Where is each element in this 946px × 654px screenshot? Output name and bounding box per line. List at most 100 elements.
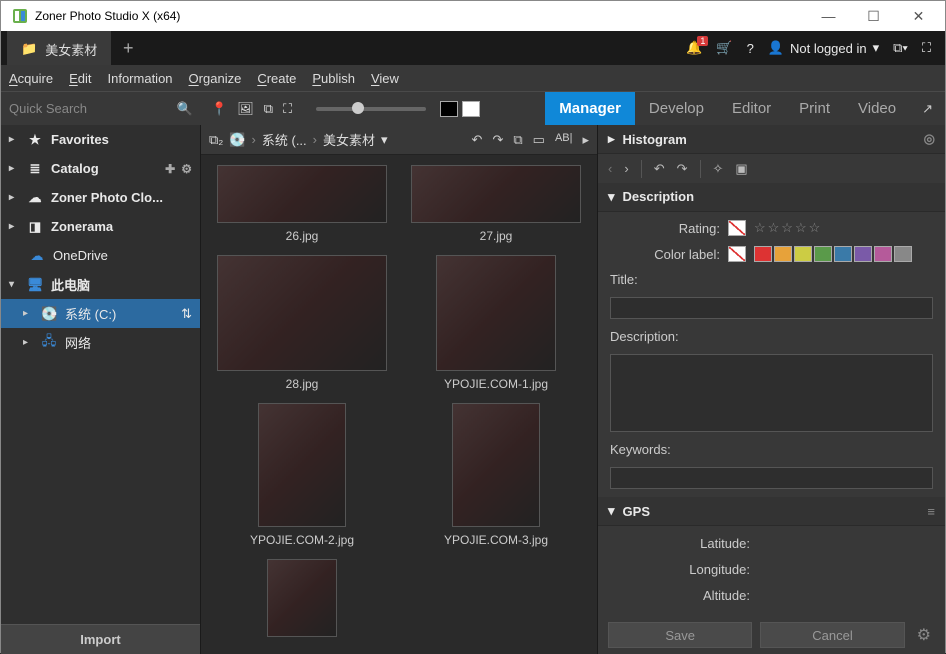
- color-swatch[interactable]: [854, 246, 872, 262]
- thumbnail-item[interactable]: YPOJIE.COM-1.jpg: [406, 255, 586, 391]
- color-swatch[interactable]: [754, 246, 772, 262]
- cart-icon[interactable]: 🛒: [716, 40, 732, 56]
- slider-thumb[interactable]: [352, 102, 364, 114]
- mode-editor[interactable]: Editor: [718, 92, 785, 126]
- rotate-cw-icon[interactable]: ↷: [677, 161, 688, 177]
- settings-gear-icon[interactable]: ⚙: [913, 625, 935, 645]
- breadcrumb-folder[interactable]: 美女素材: [323, 130, 375, 149]
- rotate-right-icon[interactable]: ↷: [492, 132, 503, 148]
- help-icon[interactable]: ?: [747, 41, 754, 56]
- window-maximize-button[interactable]: ☐: [851, 1, 896, 31]
- rename-icon[interactable]: AB|: [555, 132, 573, 148]
- bg-dark-swatch[interactable]: [440, 101, 458, 117]
- menu-edit[interactable]: Edit: [69, 71, 91, 86]
- sidebar-this-pc[interactable]: ▾ 🖥 此电脑: [1, 270, 200, 299]
- target-icon[interactable]: ◎: [924, 131, 935, 147]
- thumbnail-item[interactable]: [212, 559, 392, 637]
- menu-create[interactable]: Create: [257, 71, 296, 86]
- prev-icon[interactable]: ‹: [608, 161, 612, 176]
- sidebar-zonerama[interactable]: ▸ ◨ Zonerama: [1, 212, 200, 241]
- sidebar-onedrive[interactable]: ☁ OneDrive: [1, 241, 200, 270]
- thumbnail-item[interactable]: YPOJIE.COM-3.jpg: [406, 403, 586, 547]
- drive-icon: 💽: [41, 306, 57, 322]
- chevron-right-icon[interactable]: ▸: [582, 132, 589, 148]
- thumbnail-item[interactable]: 27.jpg: [406, 165, 586, 243]
- menu-publish[interactable]: Publish: [312, 71, 355, 86]
- window-titlebar: Zoner Photo Studio X (x64) — ☐ ✕: [1, 1, 945, 31]
- rotate-left-icon[interactable]: ↶: [472, 132, 483, 148]
- login-dropdown[interactable]: 👤 Not logged in ▾: [768, 40, 879, 56]
- image-tool-icon[interactable]: 🖼: [237, 101, 254, 117]
- app-icon: [11, 7, 29, 25]
- chevron-down-icon: ▾: [873, 40, 880, 56]
- color-swatch[interactable]: [814, 246, 832, 262]
- sidebar-system-c[interactable]: ▸ 💽 系统 (C:) ⇅: [1, 299, 200, 328]
- sidebar-catalog[interactable]: ▸ ≣ Catalog ✚⚙: [1, 154, 200, 183]
- mode-manager[interactable]: Manager: [545, 92, 635, 126]
- crop-icon[interactable]: ▣: [735, 161, 747, 177]
- color-swatch[interactable]: [794, 246, 812, 262]
- thumbnail-size-slider[interactable]: [316, 107, 426, 111]
- window-minimize-button[interactable]: —: [806, 1, 851, 31]
- colorlabel-clear[interactable]: [728, 246, 746, 262]
- keywords-input[interactable]: [610, 467, 933, 489]
- title-label: Title:: [610, 272, 933, 287]
- wand-icon[interactable]: ✧: [713, 161, 724, 177]
- toolbar: Quick Search 🔍 📍 🖼 ⧉ ⛶ Manager Develop E…: [1, 91, 945, 125]
- location-pin-icon[interactable]: 📍: [211, 101, 227, 117]
- mode-develop[interactable]: Develop: [635, 92, 718, 126]
- breadcrumb-dropdown-icon[interactable]: ▾: [381, 132, 388, 148]
- tab-add-button[interactable]: +: [111, 31, 145, 65]
- description-textarea[interactable]: [610, 354, 933, 432]
- add-icon[interactable]: ✚: [165, 162, 175, 176]
- gear-icon[interactable]: ⚙: [181, 162, 192, 176]
- title-input[interactable]: [610, 297, 933, 319]
- section-histogram-header[interactable]: ▸ Histogram ◎: [598, 125, 945, 154]
- select-icon[interactable]: ▭: [533, 132, 545, 148]
- mode-video[interactable]: Video: [844, 92, 910, 126]
- expand-icon[interactable]: ⛶: [283, 101, 292, 117]
- menu-organize[interactable]: Organize: [189, 71, 242, 86]
- color-swatch[interactable]: [774, 246, 792, 262]
- sidebar-network[interactable]: ▸ 🖧 网络: [1, 328, 200, 357]
- chevron-right-icon: ▸: [608, 131, 615, 147]
- section-description-header[interactable]: ▾ Description: [598, 183, 945, 212]
- thumbnail-item[interactable]: YPOJIE.COM-2.jpg: [212, 403, 392, 547]
- updown-icon[interactable]: ⇅: [181, 306, 192, 322]
- sidebar-favorites[interactable]: ▸ ★ Favorites: [1, 125, 200, 154]
- quick-search[interactable]: Quick Search 🔍: [1, 92, 201, 126]
- menu-view[interactable]: View: [371, 71, 399, 86]
- copy-icon[interactable]: ⧉: [513, 132, 522, 148]
- cancel-button[interactable]: Cancel: [760, 622, 904, 648]
- filter-tool-icon[interactable]: ⧉: [264, 101, 273, 117]
- compare-icon[interactable]: ⧉₂: [209, 132, 223, 148]
- save-button[interactable]: Save: [608, 622, 752, 648]
- color-swatch[interactable]: [834, 246, 852, 262]
- mode-print[interactable]: Print: [785, 92, 844, 126]
- layout-toggle-icon[interactable]: ⧉▾: [893, 40, 908, 56]
- home-drive-icon[interactable]: 💽: [229, 132, 245, 148]
- menu-icon[interactable]: ≡: [927, 504, 935, 519]
- rating-stars[interactable]: ☆☆☆☆☆: [754, 220, 822, 236]
- import-button[interactable]: Import: [1, 624, 200, 654]
- color-swatch[interactable]: [874, 246, 892, 262]
- menu-acquire[interactable]: Acquire: [9, 71, 53, 86]
- fullscreen-icon[interactable]: ⛶: [922, 40, 931, 56]
- thumbnail-item[interactable]: 26.jpg: [212, 165, 392, 243]
- notifications-button[interactable]: 🔔 1: [686, 40, 702, 56]
- navigator-sidebar: ▸ ★ Favorites ▸ ≣ Catalog ✚⚙ ▸ ☁ Zoner P…: [1, 125, 201, 654]
- breadcrumb-drive[interactable]: 系统 (...: [262, 130, 307, 149]
- rating-clear[interactable]: [728, 220, 746, 236]
- bg-light-swatch[interactable]: [462, 101, 480, 117]
- sidebar-zoner-cloud[interactable]: ▸ ☁ Zoner Photo Clo...: [1, 183, 200, 212]
- chevron-right-icon: ▸: [9, 163, 19, 174]
- external-link-icon[interactable]: ↗: [910, 92, 945, 126]
- color-swatch[interactable]: [894, 246, 912, 262]
- menu-information[interactable]: Information: [108, 71, 173, 86]
- next-icon[interactable]: ›: [624, 161, 628, 176]
- window-close-button[interactable]: ✕: [896, 1, 941, 31]
- section-gps-header[interactable]: ▾ GPS ≡: [598, 497, 945, 526]
- thumbnail-item[interactable]: 28.jpg: [212, 255, 392, 391]
- tab-current-folder[interactable]: 📁 美女素材: [7, 31, 111, 65]
- rotate-ccw-icon[interactable]: ↶: [654, 161, 665, 177]
